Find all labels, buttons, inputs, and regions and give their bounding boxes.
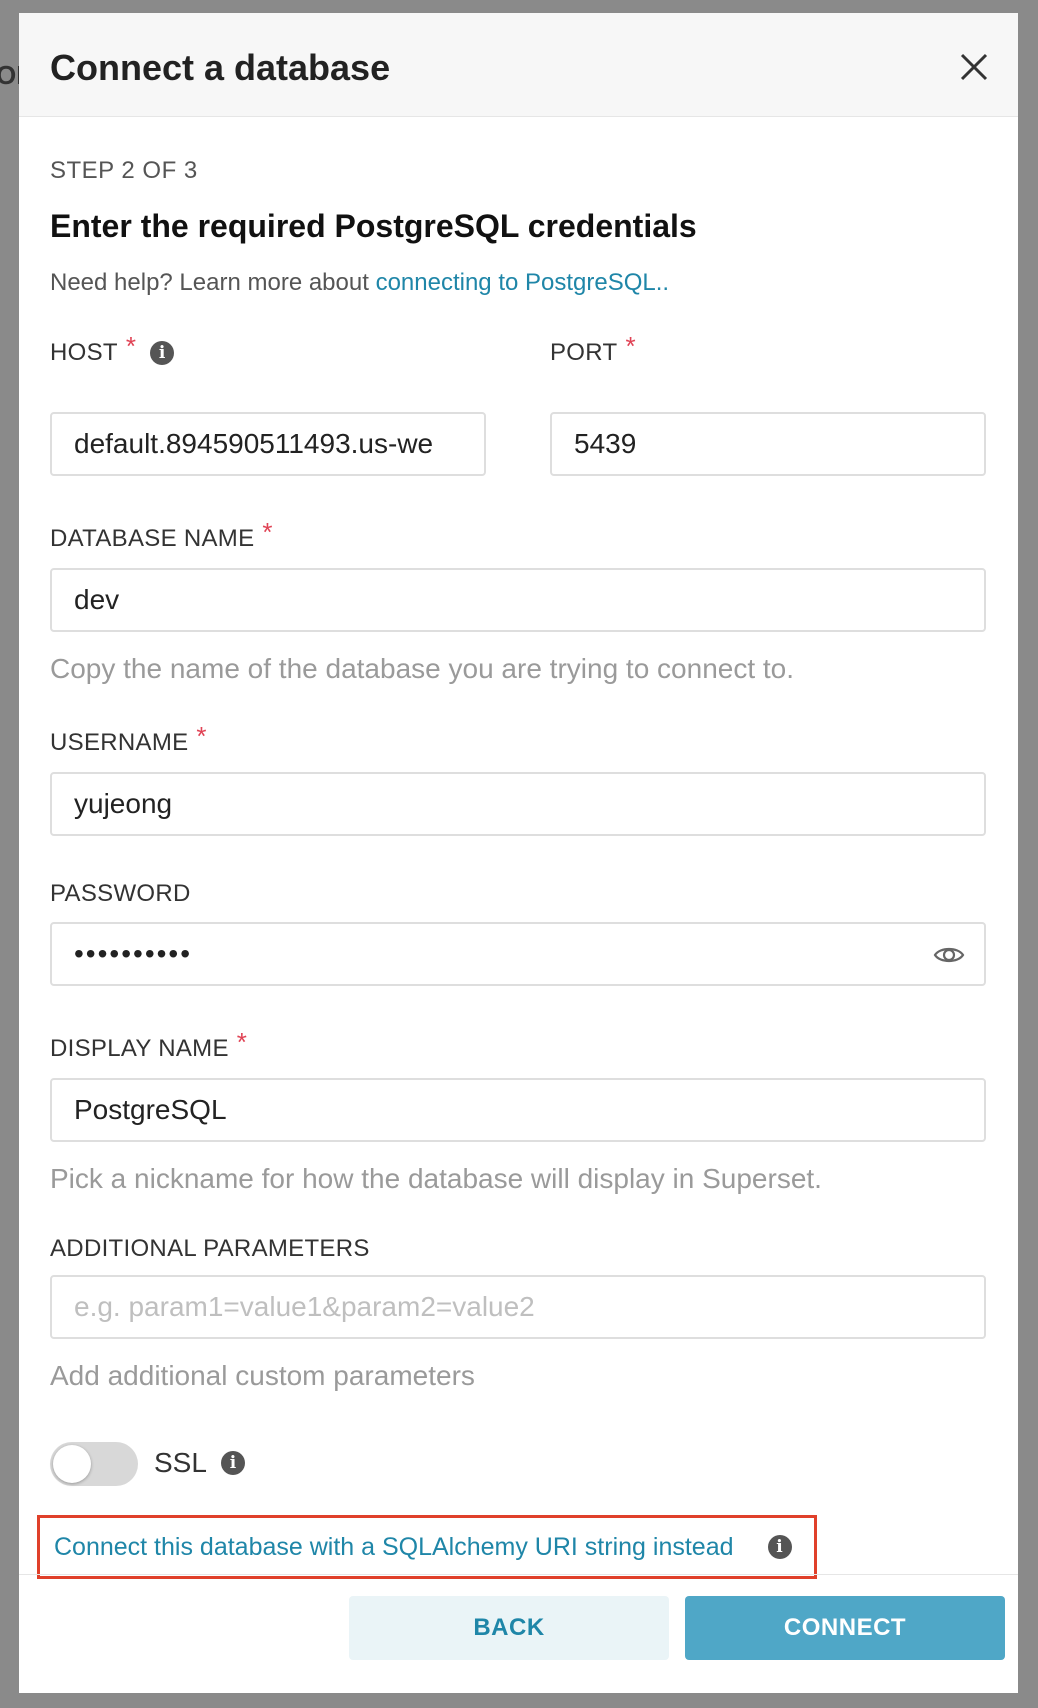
database-name-label: DATABASE NAME * [50, 517, 273, 554]
password-value: •••••••••• [74, 938, 193, 969]
sqlalchemy-link-highlight: Connect this database with a SQLAlchemy … [37, 1515, 817, 1579]
display-name-label-text: DISPLAY NAME [50, 1034, 229, 1062]
form-heading: Enter the required PostgreSQL credential… [50, 208, 697, 244]
host-label: HOST * i [50, 331, 175, 368]
sqlalchemy-uri-link[interactable]: Connect this database with a SQLAlchemy … [54, 1533, 734, 1562]
required-marker: * [125, 331, 137, 361]
port-label-text: PORT [550, 338, 618, 366]
required-marker: * [262, 517, 273, 547]
eye-icon[interactable] [932, 938, 966, 972]
port-label: PORT * [550, 331, 636, 368]
database-name-hint: Copy the name of the database you are tr… [50, 653, 795, 684]
close-button[interactable] [952, 45, 996, 89]
password-label-text: PASSWORD [50, 880, 191, 907]
display-name-input[interactable]: PostgreSQL [50, 1078, 986, 1142]
ssl-label: SSL i [154, 1447, 245, 1479]
footer-divider [19, 1574, 1018, 1575]
help-link[interactable]: connecting to PostgreSQL.. [376, 269, 670, 296]
ssl-label-text: SSL [154, 1447, 207, 1478]
host-label-text: HOST [50, 338, 118, 366]
connect-button[interactable]: CONNECT [685, 1596, 1005, 1660]
additional-parameters-hint: Add additional custom parameters [50, 1360, 475, 1391]
database-name-input[interactable]: dev [50, 568, 986, 632]
info-icon[interactable]: i [150, 340, 175, 365]
modal-title: Connect a database [50, 47, 391, 88]
info-icon[interactable]: i [220, 1451, 245, 1475]
display-name-hint: Pick a nickname for how the database wil… [50, 1163, 822, 1194]
required-marker: * [196, 721, 207, 751]
connect-database-modal: Connect a database STEP 2 OF 3 Enter the… [19, 13, 1018, 1693]
modal-header: Connect a database [19, 13, 1018, 117]
back-button[interactable]: BACK [349, 1596, 669, 1660]
username-input[interactable]: yujeong [50, 772, 986, 836]
help-prefix: Need help? Learn more about [50, 269, 376, 296]
port-input[interactable]: 5439 [550, 412, 986, 476]
additional-parameters-label: ADDITIONAL PARAMETERS [50, 1235, 370, 1263]
additional-parameters-input[interactable]: e.g. param1=value1&param2=value2 [50, 1275, 986, 1339]
required-marker: * [625, 331, 636, 361]
toggle-knob [53, 1445, 91, 1483]
password-input[interactable]: •••••••••• [50, 922, 986, 986]
help-text: Need help? Learn more about connecting t… [50, 269, 669, 297]
username-label-text: USERNAME [50, 728, 189, 756]
display-name-label: DISPLAY NAME * [50, 1027, 247, 1064]
host-input[interactable]: default.894590511493.us-we [50, 412, 486, 476]
step-indicator: STEP 2 OF 3 [50, 157, 198, 184]
database-name-label-text: DATABASE NAME [50, 524, 255, 552]
info-icon[interactable]: i [767, 1535, 792, 1559]
close-icon [960, 53, 988, 81]
additional-parameters-label-text: ADDITIONAL PARAMETERS [50, 1235, 370, 1262]
username-label: USERNAME * [50, 721, 207, 758]
ssl-toggle[interactable] [50, 1442, 138, 1486]
password-label: PASSWORD [50, 880, 191, 908]
required-marker: * [236, 1027, 248, 1057]
